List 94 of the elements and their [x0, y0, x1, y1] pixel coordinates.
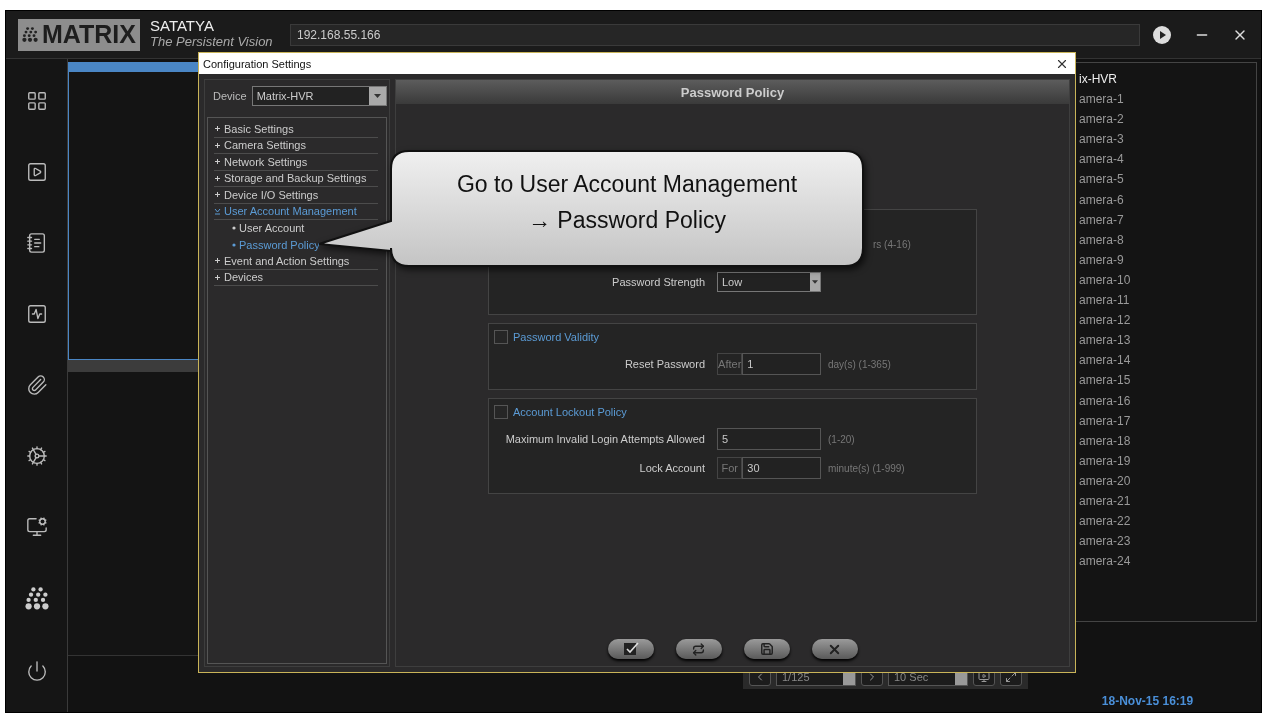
bullet-icon: [232, 242, 236, 247]
grid-icon[interactable]: [25, 89, 48, 112]
camera-item[interactable]: amera-9: [1079, 249, 1256, 270]
camera-item[interactable]: amera-6: [1079, 189, 1256, 210]
field-label: Lock Account: [638, 462, 706, 474]
callout-text: → Password Policy: [527, 206, 727, 235]
plus-icon[interactable]: [214, 273, 221, 281]
camera-item[interactable]: amera-19: [1079, 450, 1256, 471]
camera-item[interactable]: amera-5: [1079, 169, 1256, 190]
play-icon[interactable]: [25, 160, 48, 183]
tree-item[interactable]: User Account: [239, 222, 305, 235]
field-label: Password Strength: [611, 276, 706, 288]
logo-text: MATRIX: [42, 22, 136, 47]
plus-icon[interactable]: [214, 158, 221, 166]
tree-item[interactable]: Network Settings: [224, 155, 308, 168]
pulse-icon[interactable]: [25, 302, 48, 325]
checkmark-icon: [622, 642, 639, 656]
camera-item[interactable]: amera-21: [1079, 490, 1256, 512]
product-name: SATATYA: [150, 17, 215, 34]
play-icon[interactable]: [1152, 24, 1172, 45]
device-dropdown[interactable]: Matrix-HVR: [251, 86, 387, 106]
tree-item[interactable]: Storage and Backup Settings: [224, 172, 367, 185]
camera-item[interactable]: amera-14: [1079, 350, 1256, 371]
camera-item[interactable]: amera-24: [1079, 551, 1256, 572]
input-field[interactable]: 30: [742, 457, 821, 479]
monitor-gear-icon[interactable]: [25, 515, 48, 538]
prefix-label: After: [717, 353, 743, 375]
settings-icon[interactable]: [25, 444, 48, 467]
camera-item[interactable]: amera-22: [1079, 511, 1256, 532]
camera-item[interactable]: amera-15: [1079, 370, 1256, 391]
camera-item[interactable]: amera-12: [1079, 310, 1256, 331]
prefix-label: For: [717, 457, 743, 479]
group-title: Password Validity: [513, 331, 599, 343]
range-hint: (1-20): [828, 433, 856, 445]
cancel-button[interactable]: [811, 639, 858, 659]
field-label: Reset Password: [623, 358, 706, 370]
camera-item[interactable]: amera-23: [1079, 531, 1256, 552]
camera-item[interactable]: amera-11: [1079, 290, 1256, 311]
plus-icon[interactable]: [214, 174, 221, 182]
expanded-icon[interactable]: [214, 207, 221, 215]
caret-icon: [812, 280, 818, 284]
apply-button[interactable]: [607, 639, 654, 659]
monitor-play-icon: [978, 671, 990, 683]
camera-item[interactable]: amera-20: [1079, 470, 1256, 491]
dialog-title: Configuration Settings: [203, 57, 312, 70]
camera-item[interactable]: amera-16: [1079, 390, 1256, 411]
camera-item[interactable]: amera-17: [1079, 410, 1256, 431]
camera-item[interactable]: amera-7: [1079, 209, 1256, 230]
notepad-icon[interactable]: [25, 231, 48, 254]
camera-item[interactable]: amera-13: [1079, 330, 1256, 351]
camera-item[interactable]: amera-10: [1079, 269, 1256, 291]
tree-item[interactable]: Password Policy: [239, 238, 320, 251]
tree-item[interactable]: Camera Settings: [224, 139, 306, 152]
camera-item[interactable]: amera-3: [1079, 129, 1256, 150]
plus-icon[interactable]: [214, 141, 221, 149]
strength-dropdown[interactable]: Low: [717, 272, 821, 292]
camera-item[interactable]: amera-18: [1079, 430, 1256, 451]
tree-item[interactable]: Device I/O Settings: [224, 188, 319, 201]
range-hint: minute(s) (1-999): [828, 462, 906, 474]
plus-icon[interactable]: [214, 191, 221, 199]
caret-icon: [374, 94, 381, 98]
tree-item[interactable]: Event and Action Settings: [224, 254, 350, 267]
tree-item[interactable]: Basic Settings: [224, 122, 294, 135]
range-hint: day(s) (1-365): [828, 358, 892, 370]
camera-item[interactable]: amera-1: [1079, 89, 1256, 110]
device-label: Device: [213, 90, 247, 102]
tree-item[interactable]: Devices: [224, 271, 264, 284]
paperclip-icon[interactable]: [25, 373, 48, 396]
range-hint: rs (4-16): [873, 238, 912, 250]
tree-item[interactable]: User Account Management: [224, 205, 357, 218]
camera-item[interactable]: amera-4: [1079, 149, 1256, 170]
bullet-icon: [232, 226, 236, 231]
date-time: 18-Nov-15 16:19: [1100, 694, 1195, 710]
section-header: Password Policy: [396, 80, 1069, 104]
plus-icon[interactable]: [214, 125, 221, 133]
input-field[interactable]: 1: [742, 353, 821, 375]
floppy-icon: [759, 642, 774, 656]
address-field[interactable]: 192.168.55.166: [290, 23, 1140, 46]
tagline: The Persistent Vision: [150, 34, 274, 49]
dots-icon: [24, 586, 49, 611]
save-button[interactable]: [743, 639, 790, 659]
plus-icon[interactable]: [214, 257, 221, 265]
camera-item[interactable]: amera-8: [1079, 229, 1256, 250]
input-field[interactable]: 5: [717, 428, 821, 450]
checkbox[interactable]: [494, 405, 508, 419]
callout-text: Go to User Account Management: [456, 170, 798, 199]
power-icon[interactable]: [25, 659, 48, 682]
camera-item[interactable]: amera-2: [1079, 109, 1256, 130]
checkbox[interactable]: [494, 330, 508, 344]
device-item[interactable]: ix-HVR: [1079, 69, 1256, 90]
refresh-icon: [692, 642, 705, 656]
refresh-button[interactable]: [675, 639, 722, 659]
field-label: Maximum Invalid Login Attempts Allowed: [504, 433, 706, 445]
group-title: Account Lockout Policy: [513, 406, 627, 418]
